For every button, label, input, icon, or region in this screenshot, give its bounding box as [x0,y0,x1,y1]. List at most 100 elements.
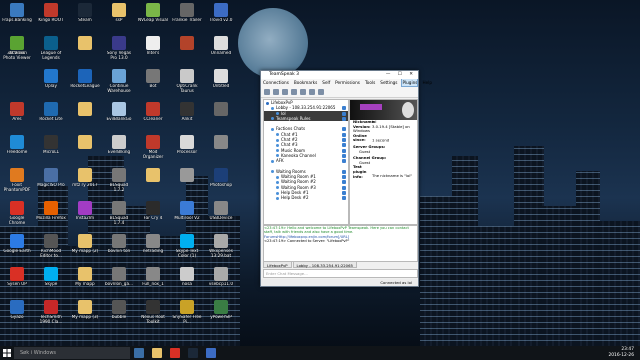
desktop-icon[interactable]: Skype [36,266,66,296]
desktop-icon[interactable]: yPowerSIP [206,299,236,329]
desktop-icon[interactable]: Google Earth [2,233,32,263]
desktop-icon[interactable] [138,167,168,197]
desktop-icon[interactable]: vsebcp11.0 [206,266,236,296]
desktop-icon[interactable]: Gyazo [2,299,32,329]
menu-item[interactable]: Permissions [335,79,360,86]
desktop-icon[interactable]: NVLeap Visual [138,2,168,32]
desktop-icon[interactable]: Continue Warehouse [104,68,134,98]
desktop-icon[interactable]: mtz ry 2017 [70,167,100,197]
desktop-icon[interactable]: Full_nox_1 [138,266,168,296]
desktop-icon[interactable]: Ares [2,101,32,131]
desktop-icon[interactable]: Mozilla Firefox [36,200,66,230]
desktop-icon[interactable]: Uplay [36,68,66,98]
desktop-icon[interactable] [70,35,100,65]
teamspeak-window[interactable]: TeamSpeak 3 — ☐ ✕ Connections Bookmarks Se… [260,70,432,287]
desktop-icon[interactable]: BLSquad 1.7.4 [104,200,134,230]
tree-channel[interactable]: Help Desk #2 [264,195,348,201]
desktop-icon[interactable]: bovnlon_ga... [104,266,134,296]
desktop-icon[interactable]: RichMood Editor to... [36,233,66,263]
taskbar-search[interactable]: Søk i Windows [14,347,130,359]
mute-speakers-icon[interactable] [309,88,315,95]
desktop-icon[interactable]: Kingo ROOT [36,2,66,32]
desktop-icon[interactable] [206,134,236,164]
desktop-icon[interactable]: Unnamed [206,35,236,65]
window-controls[interactable]: — ☐ ✕ [386,71,416,79]
desktop-icon[interactable]: League of Legends [36,35,66,65]
desktop-icon[interactable]: ssP [104,2,134,32]
steam-icon[interactable] [188,348,198,358]
desktop-icon[interactable] [172,167,202,197]
desktop-icon[interactable]: Fraps.Banking [2,2,32,32]
desktop-icon[interactable]: nosa [172,266,202,296]
desktop-icon[interactable]: Steam [70,2,100,32]
chat-tab[interactable]: LifeboxPvP [263,261,292,268]
connect-icon[interactable] [264,88,270,95]
desktop-icon[interactable]: CCleaner [138,101,168,131]
menu-item[interactable]: Self [322,79,330,86]
away-icon[interactable] [291,88,297,95]
desktop-icon[interactable]: Bot [138,68,168,98]
desktop-icon[interactable]: OptiCrank Taurus [172,68,202,98]
desktop-icon[interactable]: Frankie Trailer [172,2,202,32]
desktop-icon[interactable]: Processor [172,134,202,164]
desktop-icon[interactable]: My mapp [70,266,100,296]
desktop-icon[interactable]: Mod Organizer [138,134,168,164]
chat-tab[interactable]: Lobby - 108.33.254.91:22065 [292,261,357,268]
menu-item[interactable]: Plugins [401,78,419,87]
task-view-icon[interactable] [134,348,144,358]
desktop-icon[interactable]: EverBlking [104,134,134,164]
desktop-icon[interactable]: bubble [104,299,134,329]
desktop-icon[interactable]: BLSquad 1.7.2 [104,167,134,197]
desktop-icon[interactable]: Nexus Root Toolkit [138,299,168,329]
desktop-icon[interactable]: SnySafer Free Pi... [172,299,202,329]
app-icon [10,267,24,281]
chat-input[interactable]: Enter Chat Message... [263,269,418,278]
desktop-icon[interactable]: USBDevice [206,200,236,230]
desktop-icon[interactable]: Intel's [138,35,168,65]
desktop-icon[interactable]: Untitled [206,68,236,98]
desktop-icon[interactable]: Sony Vegas Pro 13.0 [104,35,134,65]
disconnect-icon[interactable] [273,88,279,95]
system-clock[interactable]: 23:47 2016-12-26 [608,347,634,358]
mute-microphone-icon[interactable] [300,88,306,95]
desktop-icon[interactable] [70,101,100,131]
desktop-icon[interactable]: MagicISO Pro [36,167,66,197]
menu-item[interactable]: Connections [263,79,289,86]
desktop-icon[interactable]: Photoshop [206,167,236,197]
window-title-bar[interactable]: TeamSpeak 3 — ☐ ✕ [261,71,418,79]
desktop-icon[interactable]: Far Cry 4 [138,200,168,230]
desktop-icon[interactable]: MicroLL [36,134,66,164]
desktop-icon[interactable]: Sysen UP [2,266,32,296]
start-button[interactable] [0,346,14,360]
desktop-icon[interactable]: Foxit PhantomPDF [2,167,32,197]
desktop-icon[interactable]: Insta2Im [70,200,100,230]
menu-item[interactable]: Tools [365,79,375,86]
desktop-icon[interactable]: My mapp (3) [70,299,100,329]
desktop-icon[interactable]: TechSmith 1990 Cla... [36,299,66,329]
menu-item[interactable]: Help [422,79,432,86]
desktop-icon[interactable]: EvilBlankGo [104,101,134,131]
desktop-icon[interactable]: netrading [138,233,168,263]
desktop-icon[interactable]: Rocket Lite [36,101,66,131]
desktop-icon[interactable]: Freedome [2,134,32,164]
desktop-icon[interactable]: 3D Vision Photo Viewer [2,35,32,65]
menu-item[interactable]: Settings [380,79,397,86]
teamspeak-taskbar-icon[interactable] [206,348,216,358]
desktop-icon[interactable]: Wkxpenses 13:29.bat [206,233,236,263]
desktop-icon[interactable]: MultiTool V2 [172,200,202,230]
menu-item[interactable]: Bookmarks [294,79,317,86]
bookmark-icon[interactable] [282,88,288,95]
desktop-icon[interactable] [172,35,202,65]
desktop-icon[interactable] [206,101,236,131]
desktop-icon[interactable]: My mapp (2) [70,233,100,263]
subscribe-icon[interactable] [318,88,324,95]
desktop-icon[interactable]: bovnin ton [104,233,134,263]
file-explorer-icon[interactable] [152,348,162,358]
desktop-icon[interactable]: Skype Text Color (1) [172,233,202,263]
desktop-icon[interactable]: RocketLeague [70,68,100,98]
desktop-icon[interactable] [70,134,100,164]
desktop-icon[interactable]: Google Chrome [2,200,32,230]
desktop-icon[interactable]: Ankit [172,101,202,131]
chrome-icon[interactable] [170,348,180,358]
desktop-icon[interactable]: Trovid v2.0 [206,2,236,32]
